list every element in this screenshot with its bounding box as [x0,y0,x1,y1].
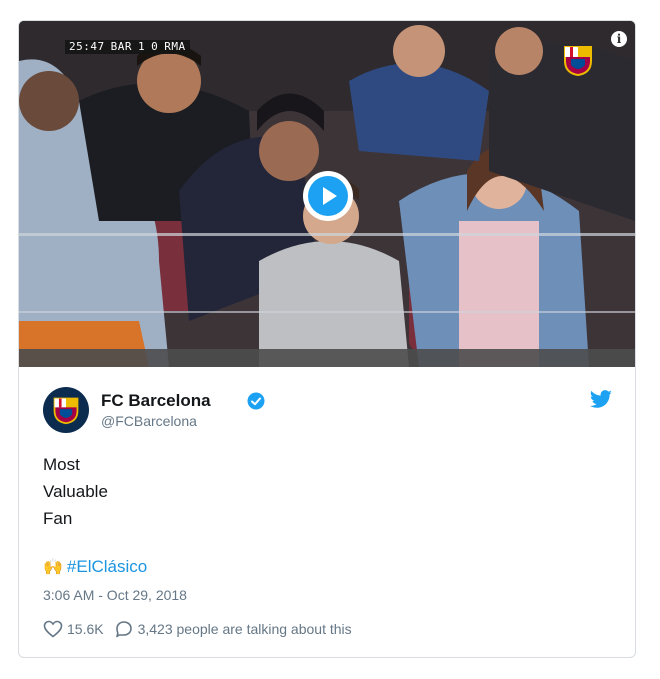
tweet-actions: 15.6K 3,423 people are talking about thi… [43,619,352,639]
timestamp[interactable]: 3:06 AM - Oct 29, 2018 [43,587,187,603]
raised-hands-emoji: 🙌 [43,559,63,576]
tweet-text: Most Valuable Fan [43,451,108,532]
talking-count[interactable]: 3,423 people are talking about this [138,619,352,639]
away-team: RMA [164,40,186,53]
away-score: 0 [151,40,159,53]
home-team: BAR [110,40,132,53]
tweet-text-line: Most [43,455,80,474]
score-bug: 25:47 BAR 1 0 RMA [65,40,190,54]
verified-badge-icon [247,392,265,410]
like-count[interactable]: 15.6K [67,619,104,639]
play-button[interactable] [303,171,353,221]
embedded-tweet-card[interactable]: 25:47 BAR 1 0 RMA i FC Barcelona @FCBarc… [18,20,636,658]
home-score: 1 [138,40,146,53]
heart-icon[interactable] [43,620,63,638]
info-icon[interactable]: i [611,31,627,47]
fc-barcelona-crest-icon [53,397,79,425]
hashtag-line: 🙌 #ElClásico [43,555,147,579]
tweet-text-line: Valuable [43,482,108,501]
hashtag-link[interactable]: #ElClásico [67,557,147,576]
fc-barcelona-crest-icon [564,46,592,77]
display-name[interactable]: FC Barcelona [101,391,211,411]
match-clock: 25:47 [69,40,105,53]
tweet-author[interactable]: FC Barcelona @FCBarcelona [43,387,613,437]
reply-bubble-icon[interactable] [114,620,134,638]
play-icon [308,176,348,216]
video-thumbnail[interactable]: 25:47 BAR 1 0 RMA i [19,21,635,367]
handle[interactable]: @FCBarcelona [101,413,197,429]
twitter-bird-icon[interactable] [589,390,613,410]
tweet-text-line: Fan [43,509,73,528]
avatar[interactable] [43,387,89,433]
